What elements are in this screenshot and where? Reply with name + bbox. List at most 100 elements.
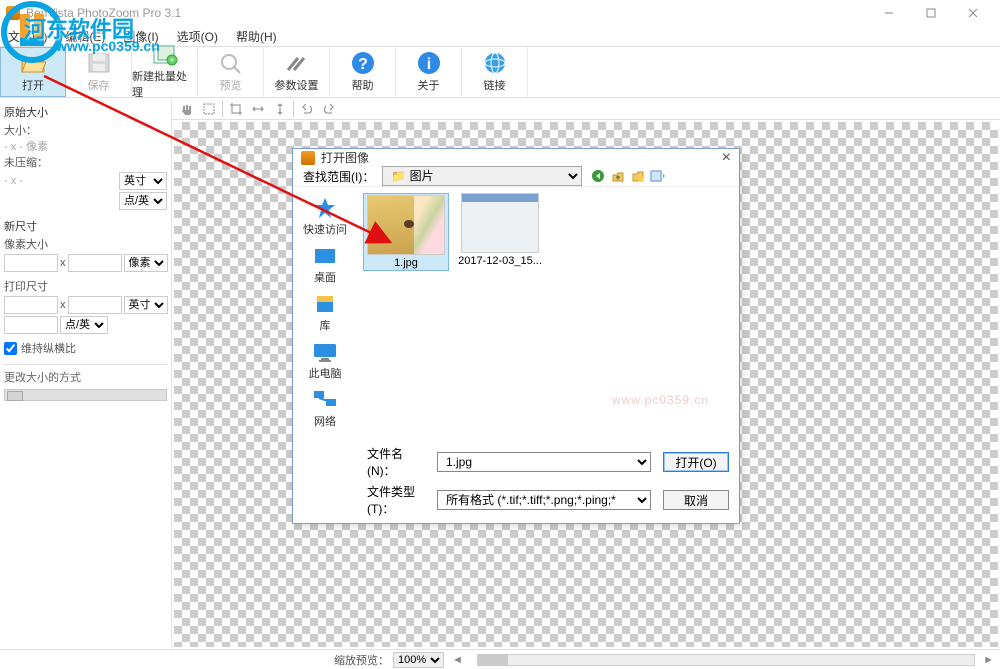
- menu-image[interactable]: 图像(I): [123, 28, 158, 45]
- x-separator: x: [60, 257, 66, 269]
- size-label: 大小：: [4, 122, 167, 138]
- place-network[interactable]: 网络: [293, 385, 357, 431]
- open-button[interactable]: 打开: [0, 47, 66, 97]
- print-unit-select[interactable]: 英寸: [124, 296, 168, 314]
- file-item[interactable]: 1.jpg: [363, 193, 449, 271]
- about-button[interactable]: i 关于: [396, 47, 462, 97]
- aspect-ratio-label: 维持纵横比: [21, 340, 76, 356]
- desktop-icon: [310, 243, 340, 269]
- about-label: 关于: [418, 77, 440, 93]
- crop-tool-icon[interactable]: [227, 100, 245, 118]
- left-panel: 原始大小 大小： - x - 像素 未压缩： - x - 英寸 点/英寸 新尺寸…: [0, 98, 172, 649]
- link-button[interactable]: 链接: [462, 47, 528, 97]
- help-label: 帮助: [352, 77, 374, 93]
- dpi-unit-select[interactable]: 点/英寸: [60, 316, 108, 334]
- up-icon[interactable]: [610, 168, 626, 184]
- resize-method-slider[interactable]: [4, 389, 167, 401]
- save-button[interactable]: 保存: [66, 47, 132, 97]
- zoom-prev-icon[interactable]: ◄: [452, 654, 463, 666]
- unit-dpi-select[interactable]: 点/英寸: [119, 192, 167, 210]
- flip-h-icon[interactable]: [249, 100, 267, 118]
- place-quick-access[interactable]: 快速访问: [293, 193, 357, 239]
- app-icon: [6, 6, 20, 20]
- zoom-next-icon[interactable]: ►: [983, 654, 994, 666]
- globe-link-icon: [481, 51, 509, 75]
- folder-open-icon: [19, 51, 47, 75]
- magnifier-icon: [217, 51, 245, 75]
- print-size-label: 打印尺寸: [4, 278, 167, 294]
- star-icon: [310, 195, 340, 221]
- view-menu-icon[interactable]: [650, 168, 666, 184]
- file-item[interactable]: 2017-12-03_15...: [457, 193, 543, 267]
- dialog-file-list[interactable]: 1.jpg 2017-12-03_15... www.pc0359.cn: [357, 187, 739, 437]
- window-controls: [868, 0, 994, 26]
- filetype-select[interactable]: 所有格式 (*.tif;*.tiff;*.png;*.ping;*: [437, 490, 651, 510]
- dialog-titlebar[interactable]: 打开图像 ×: [293, 149, 739, 166]
- original-size-header: 原始大小: [4, 104, 167, 120]
- print-height-input[interactable]: [68, 296, 122, 314]
- flip-v-icon[interactable]: [271, 100, 289, 118]
- place-desktop[interactable]: 桌面: [293, 241, 357, 287]
- network-icon: [310, 387, 340, 413]
- pixel-size-label: 像素大小: [4, 236, 167, 252]
- close-button[interactable]: [952, 0, 994, 26]
- dialog-title: 打开图像: [321, 149, 369, 166]
- menu-help[interactable]: 帮助(H): [236, 28, 277, 45]
- dialog-watermark: www.pc0359.cn: [612, 393, 709, 407]
- help-icon: ?: [349, 51, 377, 75]
- filename-input[interactable]: 1.jpg: [437, 452, 651, 472]
- new-folder-icon[interactable]: [630, 168, 646, 184]
- help-button[interactable]: ? 帮助: [330, 47, 396, 97]
- dialog-close-button[interactable]: ×: [722, 150, 731, 166]
- new-size-header: 新尺寸: [4, 218, 167, 234]
- canvas-toolstrip: [172, 98, 1000, 120]
- svg-text:+: +: [169, 55, 174, 65]
- open-file-dialog: 打开图像 × 查找范围(I)： 📁 图片 快速访问 桌面 库: [292, 148, 740, 524]
- redo-icon[interactable]: [320, 100, 338, 118]
- preview-label: 预览: [220, 77, 242, 93]
- undo-icon[interactable]: [298, 100, 316, 118]
- aspect-ratio-checkbox[interactable]: [4, 342, 17, 355]
- minimize-button[interactable]: [868, 0, 910, 26]
- hand-tool-icon[interactable]: [178, 100, 196, 118]
- dialog-cancel-button[interactable]: 取消: [663, 490, 729, 510]
- back-icon[interactable]: [590, 168, 606, 184]
- preview-button[interactable]: 预览: [198, 47, 264, 97]
- info-icon: i: [415, 51, 443, 75]
- floppy-disk-icon: [85, 51, 113, 75]
- pc-icon: [310, 339, 340, 365]
- uncompressed-label: 未压缩：: [4, 154, 167, 170]
- dimension-dash: - x -: [4, 175, 23, 187]
- settings-button[interactable]: 参数设置: [264, 47, 330, 97]
- unit-inch-select[interactable]: 英寸: [119, 172, 167, 190]
- look-in-label: 查找范围(I)：: [303, 168, 374, 185]
- library-icon: [310, 291, 340, 317]
- menu-options[interactable]: 选项(O): [177, 28, 218, 45]
- maximize-button[interactable]: [910, 0, 952, 26]
- dialog-open-button[interactable]: 打开(O): [663, 452, 729, 472]
- toolbar: 打开 保存 + 新建批量处理 预览 参数设置 ? 帮助 i 关于 链接: [0, 46, 1000, 98]
- zoom-scrollbar[interactable]: [477, 654, 975, 666]
- x-separator-2: x: [60, 299, 66, 311]
- save-label: 保存: [88, 77, 110, 93]
- dialog-places-bar: 快速访问 桌面 库 此电脑 网络: [293, 187, 357, 437]
- dpi-input[interactable]: [4, 316, 58, 334]
- app-title: BenVista PhotoZoom Pro 3.1: [26, 6, 181, 20]
- statusbar: 缩放预览： 100% ◄ ►: [0, 649, 1000, 669]
- menu-edit[interactable]: 编辑(E): [65, 28, 105, 45]
- look-in-select[interactable]: 📁 图片: [382, 166, 582, 186]
- svg-text:?: ?: [358, 56, 368, 73]
- pixel-unit-select[interactable]: 像素: [124, 254, 168, 272]
- resize-method-section[interactable]: 更改大小的方式: [4, 364, 167, 385]
- svg-text:i: i: [426, 56, 430, 73]
- batch-button[interactable]: + 新建批量处理: [132, 47, 198, 97]
- print-width-input[interactable]: [4, 296, 58, 314]
- menu-file[interactable]: 文件(F): [8, 28, 47, 45]
- zoom-select[interactable]: 100%: [393, 652, 444, 668]
- marquee-tool-icon[interactable]: [200, 100, 218, 118]
- pixel-width-input[interactable]: [4, 254, 58, 272]
- pixel-height-input[interactable]: [68, 254, 122, 272]
- file-thumbnail: [367, 195, 445, 255]
- place-this-pc[interactable]: 此电脑: [293, 337, 357, 383]
- place-libraries[interactable]: 库: [293, 289, 357, 335]
